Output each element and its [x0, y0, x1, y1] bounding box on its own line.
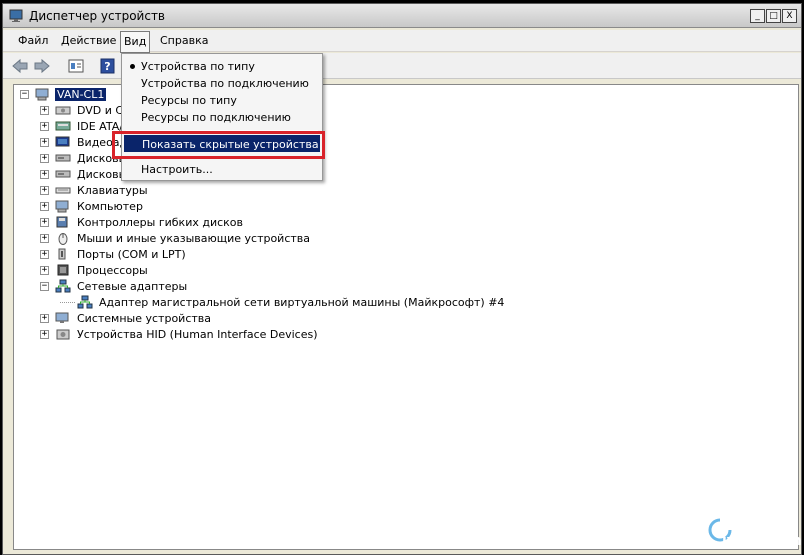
dvd-drive-icon: [55, 106, 71, 115]
device-manager-icon: [9, 9, 23, 22]
menu-item-customize[interactable]: Настроить...: [124, 161, 320, 178]
tree-item[interactable]: + DVD и CD: [40, 102, 134, 118]
tree-item[interactable]: + Компьютер: [40, 198, 145, 214]
expand-toggle[interactable]: +: [40, 185, 49, 195]
forward-arrow-icon[interactable]: [33, 58, 51, 74]
tree-item-label: Адаптер магистральной сети виртуальной м…: [99, 295, 505, 309]
tree-item[interactable]: − Сетевые адаптеры: [40, 278, 189, 294]
tree-item-label: Порты (COM и LPT): [77, 247, 186, 261]
watermark-url: iyunv.com: [722, 533, 802, 549]
network-adapter-icon: [77, 295, 93, 309]
expand-toggle[interactable]: +: [40, 169, 49, 179]
menu-item-resources-by-type[interactable]: Ресурсы по типу: [124, 92, 320, 109]
display-adapter-icon: [55, 136, 70, 147]
keyboard-icon: [55, 187, 71, 194]
expand-toggle[interactable]: +: [40, 249, 49, 259]
tree-item[interactable]: + Клавиатуры: [40, 182, 150, 198]
menu-file[interactable]: Файл: [15, 34, 51, 47]
system-device-icon: [55, 312, 69, 323]
maximize-button[interactable]: □: [766, 9, 781, 23]
title-bar: Диспетчер устройств _ □ X: [3, 4, 801, 28]
tree-item[interactable]: + Мыши и иные указывающие устройства: [40, 230, 312, 246]
disk-drive-icon: [55, 170, 71, 178]
expand-toggle[interactable]: +: [40, 137, 49, 147]
help-icon[interactable]: ?: [99, 58, 117, 74]
computer-icon: [35, 88, 49, 101]
tree-item-label: Контроллеры гибких дисков: [77, 215, 244, 229]
processor-icon: [57, 264, 69, 276]
menu-item-devices-by-connection[interactable]: Устройства по подключению: [124, 75, 320, 92]
properties-icon[interactable]: [67, 58, 85, 74]
window-title: Диспетчер устройств: [29, 9, 166, 23]
watermark: 运维网 iyunv.com: [700, 508, 802, 553]
ide-controller-icon: [55, 121, 71, 131]
svg-text:?: ?: [104, 60, 110, 73]
menu-action[interactable]: Действие: [58, 34, 119, 47]
network-adapter-icon: [55, 279, 71, 293]
mouse-icon: [58, 233, 68, 245]
menu-view[interactable]: Вид: [120, 31, 151, 53]
tree-connector: [60, 301, 75, 303]
tree-item-label: Системные устройства: [77, 311, 211, 325]
tree-item[interactable]: + Устройства HID (Human Interface Devices…: [40, 326, 320, 342]
expand-toggle[interactable]: +: [40, 329, 49, 339]
close-button[interactable]: X: [782, 9, 797, 23]
tree-item-label: Компьютер: [77, 199, 143, 213]
tree-item-label: Устройства HID (Human Interface Devices): [77, 327, 318, 341]
tree-child-item[interactable]: Адаптер магистральной сети виртуальной м…: [60, 294, 506, 310]
expand-toggle[interactable]: +: [40, 121, 49, 131]
collapse-toggle[interactable]: −: [40, 281, 49, 291]
tree-item[interactable]: + Процессоры: [40, 262, 150, 278]
watermark-cn: 运维网: [742, 513, 788, 531]
tree-item-label: Мыши и иные указывающие устройства: [77, 231, 311, 245]
menu-bar: Файл Действие Вид Справка: [3, 30, 801, 53]
collapse-toggle[interactable]: −: [20, 89, 29, 99]
expand-toggle[interactable]: +: [40, 201, 49, 211]
menu-item-devices-by-type[interactable]: Устройства по типу: [124, 58, 320, 75]
expand-toggle[interactable]: +: [40, 153, 49, 163]
tree-item[interactable]: + Дисковы: [40, 166, 129, 182]
expand-toggle[interactable]: +: [40, 217, 49, 227]
expand-toggle[interactable]: +: [40, 313, 49, 323]
menu-help[interactable]: Справка: [157, 34, 211, 47]
view-menu-dropdown: Устройства по типу Устройства по подключ…: [121, 53, 323, 181]
checked-bullet-icon: [130, 64, 135, 69]
tree-item-label: Сетевые адаптеры: [77, 279, 188, 293]
tree-item[interactable]: + Системные устройства: [40, 310, 213, 326]
root-label: VAN-CL1: [55, 87, 107, 101]
back-arrow-icon[interactable]: [11, 58, 29, 74]
expand-toggle[interactable]: +: [40, 233, 49, 243]
floppy-controller-icon: [56, 216, 68, 228]
tree-item[interactable]: + Порты (COM и LPT): [40, 246, 188, 262]
disk-drive-icon: [55, 154, 71, 162]
menu-item-resources-by-connection[interactable]: Ресурсы по подключению: [124, 109, 320, 126]
device-manager-window: Диспетчер устройств _ □ X Файл Действие …: [2, 3, 802, 555]
tree-item-label: Процессоры: [77, 263, 148, 277]
tree-root[interactable]: − VAN-CL1: [20, 86, 107, 102]
port-icon: [58, 248, 66, 260]
tree-item-label: Клавиатуры: [77, 183, 148, 197]
hid-device-icon: [56, 329, 70, 340]
expand-toggle[interactable]: +: [40, 105, 49, 115]
tree-item[interactable]: + Контроллеры гибких дисков: [40, 214, 245, 230]
computer-icon: [55, 200, 69, 213]
expand-toggle[interactable]: +: [40, 265, 49, 275]
minimize-button[interactable]: _: [750, 9, 765, 23]
highlight-annotation-box: [112, 131, 325, 159]
